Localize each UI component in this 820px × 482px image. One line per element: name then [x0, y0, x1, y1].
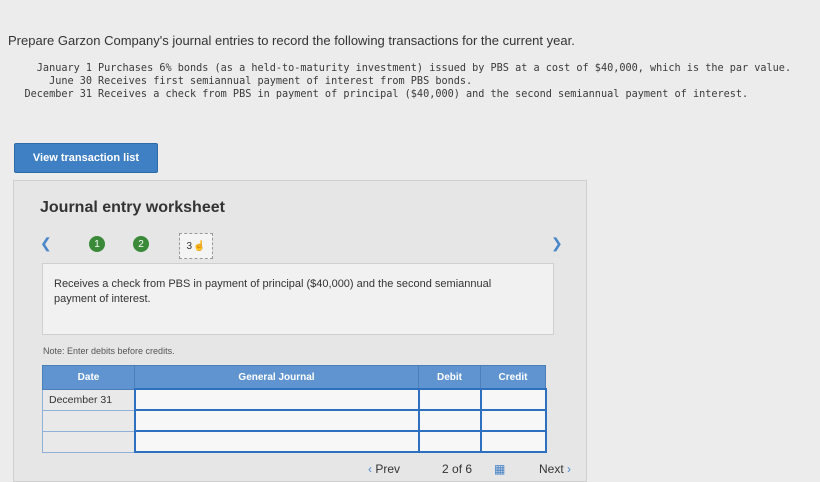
hand-pointer-icon: ☝ [193, 240, 206, 252]
total-pages: 6 [465, 462, 473, 476]
transaction-row: December 31 Receives a check from PBS in… [8, 88, 810, 101]
transaction-description: Receives a check from PBS in payment of … [98, 89, 749, 100]
journal-header-row: Date General Journal Debit Credit [42, 365, 546, 390]
current-page: 2 [442, 462, 449, 476]
of-label: of [452, 462, 463, 476]
grid-icon[interactable]: ▦ [494, 462, 505, 476]
step-3-current[interactable]: 3 ☝ [179, 233, 213, 259]
table-row [42, 430, 547, 453]
chevron-left-icon: ‹ [368, 462, 372, 476]
transaction-description-box: Receives a check from PBS in payment of … [42, 263, 554, 335]
chevron-right-icon: › [567, 462, 572, 476]
date-column-header: Date [42, 365, 135, 390]
account-input[interactable] [133, 409, 420, 432]
next-step-arrow-icon[interactable]: ❯ [551, 235, 563, 252]
table-row [42, 409, 547, 432]
date-cell: December 31 [42, 388, 135, 411]
journal-entry-worksheet: Journal entry worksheet ❮ 1 2 3 ☝ ❯ Rece… [13, 180, 587, 482]
credit-column-header: Credit [480, 365, 546, 390]
journal-table: Date General Journal Debit Credit Decemb… [42, 365, 547, 453]
debit-input[interactable] [417, 430, 482, 453]
debit-input[interactable] [417, 388, 482, 411]
general-journal-column-header: General Journal [134, 365, 419, 390]
debit-column-header: Debit [418, 365, 481, 390]
next-page-button[interactable]: Next › [539, 462, 571, 476]
transaction-date: January 1 [36, 63, 92, 74]
transaction-row: June 30 Receives first semiannual paymen… [8, 75, 810, 88]
step-3-label: 3 [186, 240, 193, 252]
transaction-date: December 31 [24, 89, 92, 100]
debit-input[interactable] [417, 409, 482, 432]
step-2-icon[interactable]: 2 [133, 236, 149, 252]
transaction-description: Receives first semiannual payment of int… [98, 76, 473, 87]
transaction-row: January 1 Purchases 6% bonds (as a held-… [8, 62, 810, 75]
view-transaction-list-button[interactable]: View transaction list [14, 143, 158, 173]
prev-page-button[interactable]: ‹ Prev [368, 462, 400, 476]
transaction-description: Purchases 6% bonds (as a held-to-maturit… [98, 63, 792, 74]
prev-step-arrow-icon[interactable]: ❮ [40, 235, 52, 252]
debit-credit-note: Note: Enter debits before credits. [43, 346, 175, 356]
table-row: December 31 [42, 388, 547, 411]
credit-input[interactable] [479, 388, 547, 411]
next-label: Next [539, 462, 564, 476]
worksheet-title: Journal entry worksheet [40, 199, 225, 216]
step-1-icon[interactable]: 1 [89, 236, 105, 252]
account-input[interactable] [133, 388, 420, 411]
date-cell [42, 430, 135, 453]
credit-input[interactable] [479, 409, 547, 432]
prev-label: Prev [375, 462, 401, 476]
instructions-text: Prepare Garzon Company's journal entries… [8, 33, 575, 48]
page-indicator: 2 of 6 [442, 462, 472, 476]
transaction-list: January 1 Purchases 6% bonds (as a held-… [8, 62, 810, 101]
worksheet-description: Receives a check from PBS in payment of … [54, 278, 492, 305]
credit-input[interactable] [479, 430, 547, 453]
date-cell [42, 409, 135, 432]
account-input[interactable] [133, 430, 420, 453]
transaction-date: June 30 [49, 76, 92, 87]
